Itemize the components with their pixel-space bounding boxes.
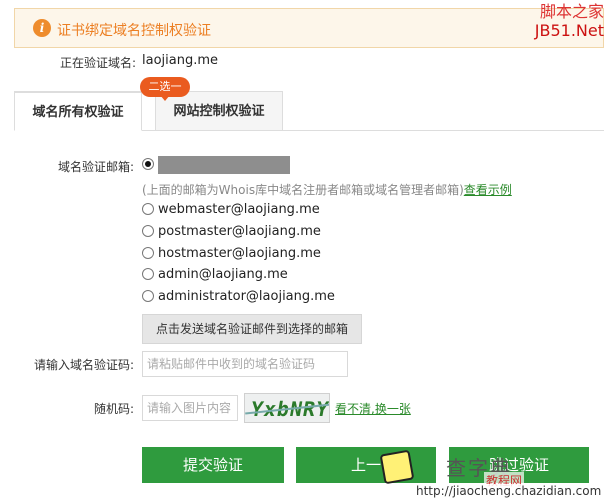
tab-domain-ownership[interactable]: 域名所有权验证 [14,91,142,131]
send-verification-email-button[interactable]: 点击发送域名验证邮件到选择的邮箱 [142,314,362,344]
info-icon: i [33,19,51,37]
radio-postmaster[interactable] [142,225,154,237]
tab-site-control[interactable]: 网站控制权验证 [155,91,283,131]
watermark-line2: JB51.Net [534,21,604,40]
submit-verification-button[interactable]: 提交验证 [142,447,284,483]
option-hostmaster[interactable]: hostmaster@laojiang.me [158,246,321,261]
view-example-link[interactable]: 查看示例 [464,183,512,197]
email-label: 域名验证邮箱: [58,160,135,174]
radio-webmaster[interactable] [142,203,154,215]
option-postmaster[interactable]: postmaster@laojiang.me [158,224,321,239]
watermark-logo: 脚本之家 JB51.Net [526,2,604,40]
watermark-bottom: 查字典 教程网 http://jiaocheng.chazidian.com [410,452,604,498]
masked-email [158,156,290,174]
radio-hostmaster[interactable] [142,247,154,259]
notice-banner: i 证书绑定域名控制权验证 [14,8,604,48]
domain-label: 正在验证域名: [60,56,137,70]
captcha-input[interactable]: 请输入图片内容 [142,395,238,421]
captcha-image[interactable]: YxbNRY [244,393,330,423]
watermark-line1: 脚本之家 [539,2,604,21]
option-administrator[interactable]: administrator@laojiang.me [158,289,335,304]
watermark-url: http://jiaocheng.chazidian.com [414,484,604,498]
email-hint-text: (上面的邮箱为Whois库中域名注册者邮箱或域名管理者邮箱) [142,183,464,197]
email-hint: (上面的邮箱为Whois库中域名注册者邮箱或域名管理者邮箱)查看示例 [142,181,512,198]
verification-code-label: 请输入域名验证码: [34,358,135,372]
verification-code-input[interactable]: 请粘贴邮件中收到的域名验证码 [142,351,348,377]
choose-one-badge: 二选一 [140,77,190,97]
radio-admin[interactable] [142,268,154,280]
option-admin[interactable]: admin@laojiang.me [158,267,288,282]
radio-whois-email[interactable] [142,158,154,170]
banner-title: 证书绑定域名控制权验证 [57,23,211,39]
domain-value: laojiang.me [142,53,219,68]
radio-administrator[interactable] [142,290,154,302]
badge-pointer [160,95,170,101]
refresh-captcha-link[interactable]: 看不清,换一张 [335,400,411,417]
option-webmaster[interactable]: webmaster@laojiang.me [158,202,320,217]
captcha-label: 随机码: [94,402,135,416]
